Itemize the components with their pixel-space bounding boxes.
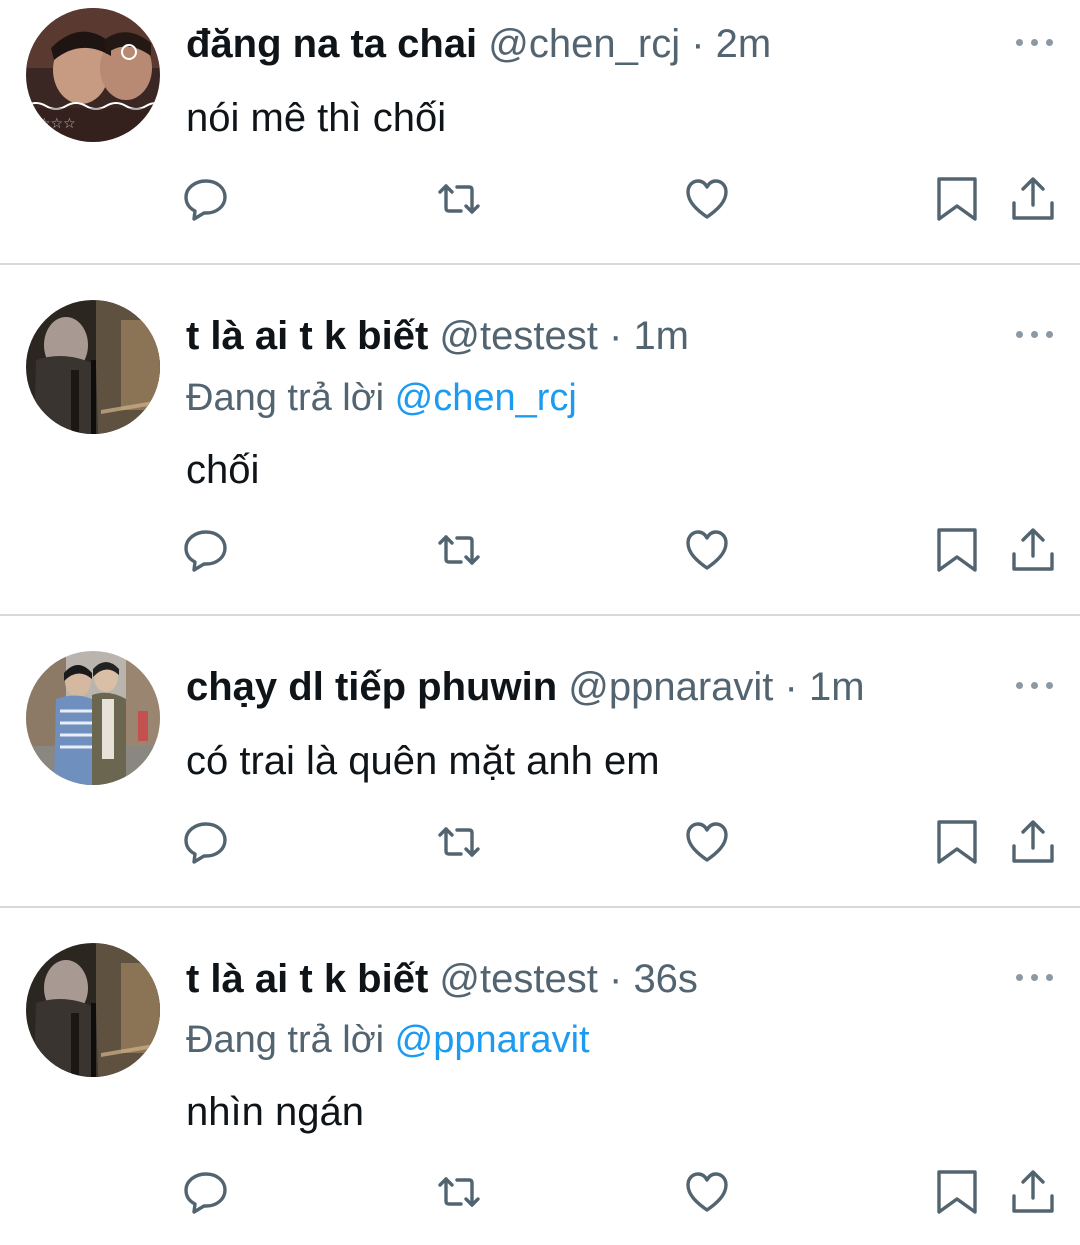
share-icon[interactable] xyxy=(1009,175,1057,223)
more-icon[interactable] xyxy=(1016,971,1054,983)
tweet-text: nhìn ngán xyxy=(186,1090,364,1134)
retweet-icon[interactable] xyxy=(435,818,483,866)
tweet-header: t là ai t k biết @testest · 1m xyxy=(186,311,689,361)
avatar[interactable] xyxy=(26,943,160,1077)
share-icon[interactable] xyxy=(1009,818,1057,866)
avatar-image xyxy=(26,943,160,1077)
like-icon[interactable] xyxy=(683,1168,731,1216)
bookmark-icon[interactable] xyxy=(933,526,981,574)
like-icon[interactable] xyxy=(683,526,731,574)
separator-dot: · xyxy=(608,957,623,1001)
action-bar xyxy=(0,1168,1080,1218)
reply-icon[interactable] xyxy=(182,175,230,223)
avatar[interactable] xyxy=(26,300,160,434)
tweet-text: có trai là quên mặt anh em xyxy=(186,739,660,783)
avatar-image xyxy=(26,651,160,785)
mention-link[interactable]: @chen_rcj xyxy=(395,377,577,419)
user-handle[interactable]: @ppnaravit xyxy=(568,665,773,709)
tweet-text: nói mê thì chối xyxy=(186,96,447,140)
display-name[interactable]: t là ai t k biết xyxy=(186,957,428,1001)
tweet-text: chối xyxy=(186,448,260,492)
avatar[interactable]: ☆☆☆ xyxy=(26,8,160,142)
user-handle[interactable]: @chen_rcj xyxy=(488,22,680,66)
like-icon[interactable] xyxy=(683,175,731,223)
bookmark-icon[interactable] xyxy=(933,175,981,223)
like-icon[interactable] xyxy=(683,818,731,866)
separator-dot: · xyxy=(784,665,798,709)
mention-link[interactable]: @ppnaravit xyxy=(395,1019,590,1061)
action-bar xyxy=(0,818,1080,868)
replying-prefix: Đang trả lời xyxy=(186,377,385,419)
divider xyxy=(0,614,1080,616)
replying-to: Đang trả lời @ppnaravit xyxy=(186,1016,590,1064)
share-icon[interactable] xyxy=(1009,1168,1057,1216)
user-handle[interactable]: @testest xyxy=(439,314,597,358)
tweet-header: chạy dl tiếp phuwin @ppnaravit · 1m xyxy=(186,662,865,712)
retweet-icon[interactable] xyxy=(435,1168,483,1216)
more-icon[interactable] xyxy=(1016,328,1054,340)
bookmark-icon[interactable] xyxy=(933,1168,981,1216)
more-icon[interactable] xyxy=(1016,36,1054,48)
avatar[interactable] xyxy=(26,651,160,785)
replying-prefix: Đang trả lời xyxy=(186,1019,385,1061)
tweet-header: đăng na ta chai @chen_rcj · 2m xyxy=(186,19,771,69)
user-handle[interactable]: @testest xyxy=(439,957,597,1001)
replying-to: Đang trả lời @chen_rcj xyxy=(186,374,577,422)
timestamp[interactable]: 1m xyxy=(809,665,865,709)
separator-dot: · xyxy=(691,22,705,66)
timestamp[interactable]: 36s xyxy=(633,957,698,1001)
timestamp[interactable]: 1m xyxy=(633,314,689,358)
more-icon[interactable] xyxy=(1016,679,1054,691)
action-bar xyxy=(0,175,1080,225)
avatar-image xyxy=(26,300,160,434)
reply-icon[interactable] xyxy=(182,1168,230,1216)
display-name[interactable]: đăng na ta chai xyxy=(186,22,477,66)
display-name[interactable]: chạy dl tiếp phuwin xyxy=(186,665,557,709)
separator-dot: · xyxy=(608,314,623,358)
reply-icon[interactable] xyxy=(182,526,230,574)
divider xyxy=(0,263,1080,265)
action-bar xyxy=(0,526,1080,576)
avatar-image: ☆☆☆ xyxy=(26,8,160,142)
tweet-header: t là ai t k biết @testest · 36s xyxy=(186,954,698,1004)
reply-icon[interactable] xyxy=(182,818,230,866)
share-icon[interactable] xyxy=(1009,526,1057,574)
divider xyxy=(0,906,1080,908)
retweet-icon[interactable] xyxy=(435,526,483,574)
bookmark-icon[interactable] xyxy=(933,818,981,866)
retweet-icon[interactable] xyxy=(435,175,483,223)
display-name[interactable]: t là ai t k biết xyxy=(186,314,428,358)
timestamp[interactable]: 2m xyxy=(716,22,772,66)
